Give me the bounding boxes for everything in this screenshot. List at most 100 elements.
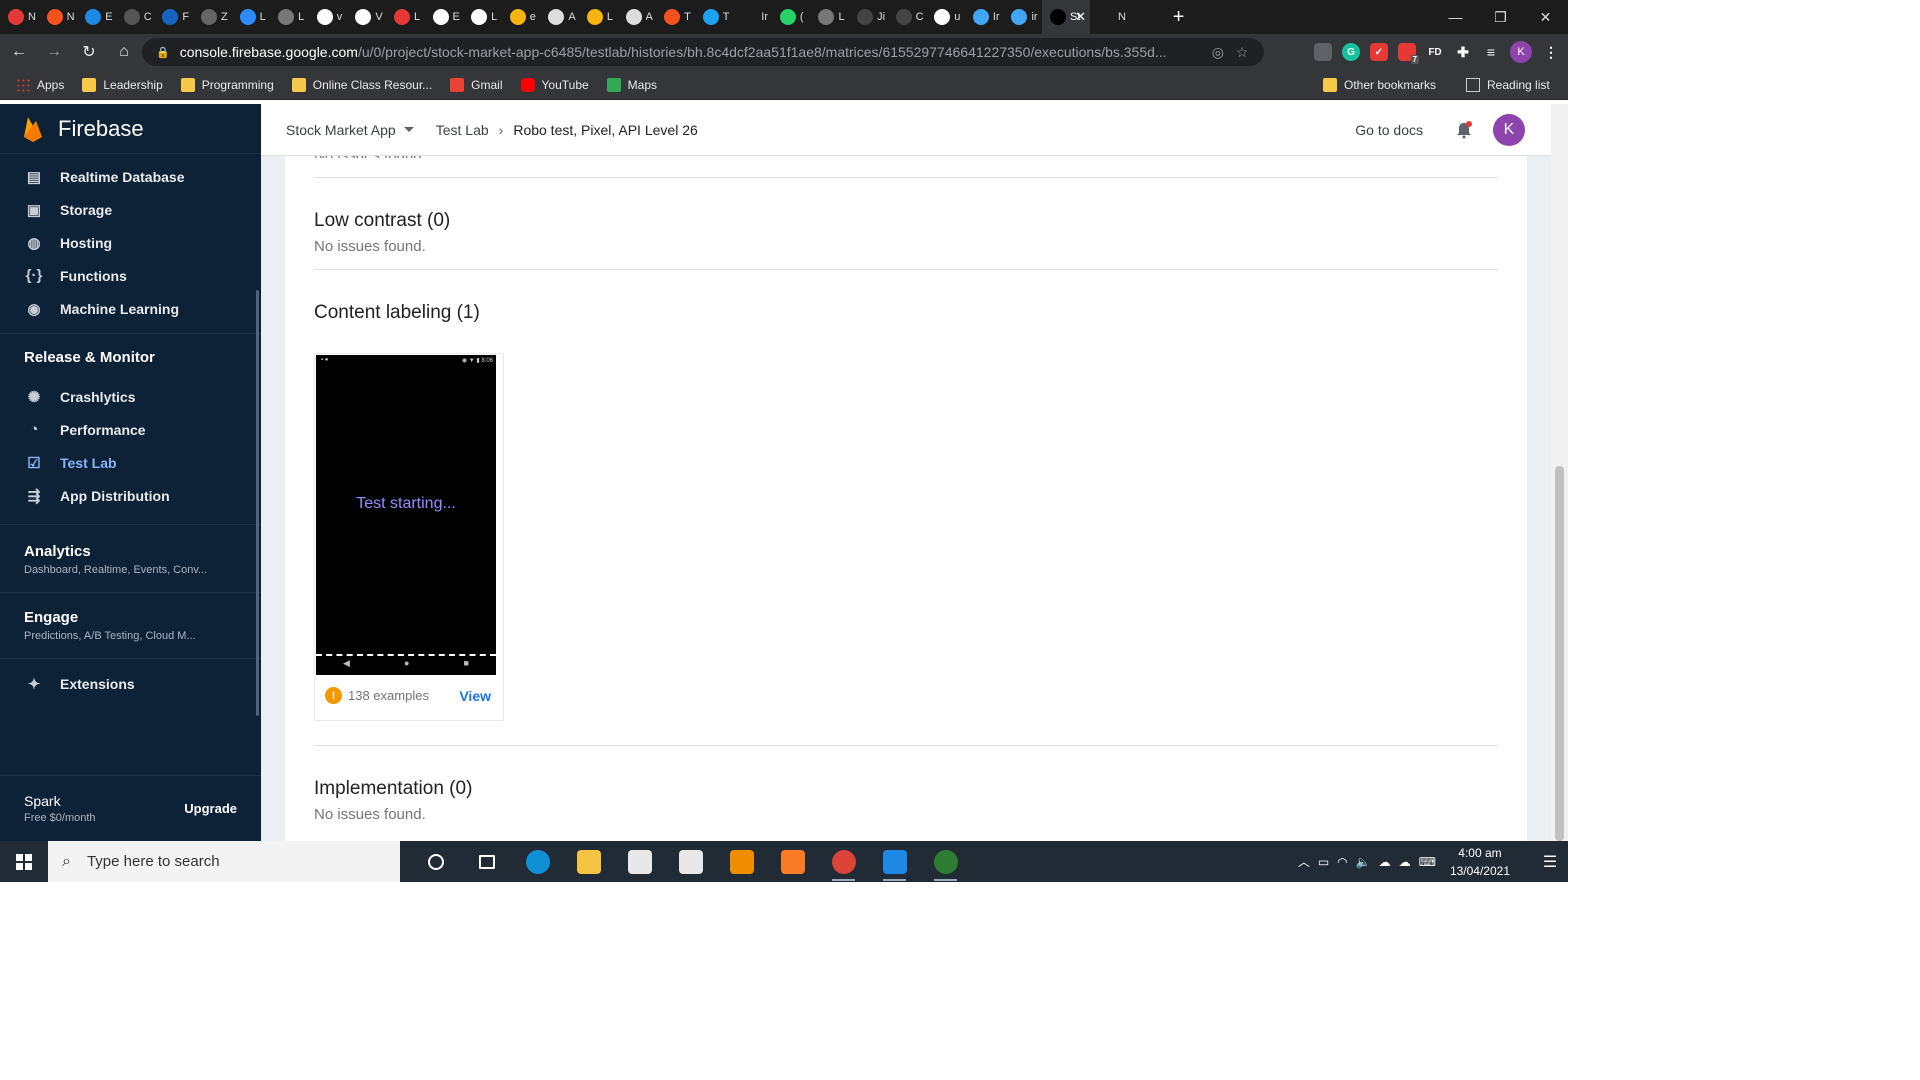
bookmark-item[interactable]: Maps (606, 77, 657, 92)
browser-tab[interactable]: V (347, 0, 386, 34)
browser-tab[interactable]: A (540, 0, 579, 34)
browser-tab[interactable]: N (0, 0, 39, 34)
fd-extension-icon[interactable]: FD (1426, 43, 1444, 61)
reading-list[interactable]: Reading list (1466, 77, 1550, 92)
bookmark-item[interactable]: Leadership (82, 77, 163, 92)
notifications-bell-icon[interactable] (1455, 120, 1473, 139)
browser-tab[interactable]: ir (1003, 0, 1042, 34)
sidebar-item-machine-learning[interactable]: ◉ Machine Learning (0, 292, 261, 325)
view-link[interactable]: View (459, 688, 491, 704)
project-selector[interactable]: Stock Market App (286, 122, 414, 138)
puzzle-icon[interactable]: ✚ (1454, 43, 1472, 61)
bookmark-other[interactable]: Other bookmarks (1323, 77, 1436, 92)
browser-tab[interactable]: L (463, 0, 502, 34)
sidebar-item-hosting[interactable]: ◍ Hosting (0, 226, 261, 259)
battery-icon[interactable]: ▭ (1318, 855, 1329, 869)
new-tab-button[interactable]: + (1165, 6, 1193, 29)
home-icon[interactable]: ⌂ (108, 36, 140, 68)
browser-tab[interactable]: T (656, 0, 695, 34)
mail-icon[interactable] (665, 841, 716, 882)
browser-tab[interactable]: e (502, 0, 541, 34)
reader-extension-icon[interactable] (1314, 43, 1332, 61)
sidebar-item-storage[interactable]: ▣ Storage (0, 193, 261, 226)
chevron-up-icon[interactable]: ︿ (1298, 853, 1310, 870)
sidebar-item-realtime-database[interactable]: ▤ Realtime Database (0, 160, 261, 193)
go-to-docs-link[interactable]: Go to docs (1355, 122, 1423, 138)
sidebar-item-crashlytics[interactable]: ✺ Crashlytics (0, 380, 261, 413)
media-icon[interactable]: ≡ (1482, 43, 1500, 61)
snip-icon[interactable] (920, 841, 971, 882)
browser-tab[interactable]: L (810, 0, 849, 34)
sidebar-scrollbar[interactable] (256, 290, 259, 716)
back-icon[interactable]: ← (3, 36, 35, 68)
browser-tab[interactable]: L (579, 0, 618, 34)
eye-off-icon[interactable]: ◎ (1212, 44, 1224, 61)
onedrive-icon[interactable]: ☁ (1379, 855, 1391, 869)
browser-tab[interactable]: Ir (965, 0, 1004, 34)
bookmark-star-icon[interactable]: ☆ (1236, 44, 1249, 61)
browser-tab[interactable]: Ir (733, 0, 772, 34)
browser-tab[interactable]: F (154, 0, 193, 34)
forward-icon[interactable]: → (38, 36, 70, 68)
shield-extension-icon[interactable]: ✓ (1370, 43, 1388, 61)
adblock-extension-icon[interactable]: 7 (1398, 43, 1419, 64)
browser-tab[interactable]: E (77, 0, 116, 34)
sidebar-item-performance[interactable]: ◔ Performance (0, 413, 261, 446)
task-switcher-icon[interactable] (461, 841, 512, 882)
sidebar-item-app-distribution[interactable]: ⇶ App Distribution (0, 479, 261, 512)
browser-tab[interactable]: C (888, 0, 927, 34)
release-monitor-heading[interactable]: Release & Monitor (0, 342, 261, 372)
browser-tab[interactable]: N (39, 0, 78, 34)
bookmark-item[interactable]: Gmail (450, 77, 503, 92)
sidebar-item-functions[interactable]: {·} Functions (0, 259, 261, 292)
xampp-icon[interactable] (767, 841, 818, 882)
close-window-button[interactable]: ✕ (1523, 0, 1568, 34)
minimize-button[interactable]: — (1433, 0, 1478, 34)
restore-button[interactable]: ❐ (1478, 0, 1523, 34)
browser-tab[interactable]: E (425, 0, 464, 34)
firebase-logo[interactable]: Firebase (0, 104, 261, 154)
browser-tab[interactable]: A (618, 0, 657, 34)
browser-tab[interactable]: L (386, 0, 425, 34)
browser-tab[interactable]: C (116, 0, 155, 34)
close-tab-icon[interactable]: ✕ (1075, 9, 1086, 25)
screenshot-card[interactable]: ▪ ● ◉ ▼ ▮ 8:06 Test starting... ◀ ● ■ ! 138… (314, 353, 504, 721)
bookmark-item[interactable]: YouTube (520, 77, 589, 92)
analytics-group[interactable]: Analytics Dashboard, Realtime, Events, C… (0, 533, 261, 586)
bookmark-apps[interactable]: Apps (16, 77, 64, 92)
reload-icon[interactable]: ↻ (73, 36, 105, 68)
vscode-icon[interactable] (869, 841, 920, 882)
vlc-icon[interactable] (716, 841, 767, 882)
page-scrollbar[interactable] (1551, 104, 1568, 841)
keyboard-icon[interactable]: ⌨ (1419, 855, 1436, 869)
menu-icon[interactable]: ⋮ (1542, 43, 1560, 61)
notification-center-icon[interactable]: ☰ (1532, 852, 1568, 872)
browser-tab[interactable]: u (926, 0, 965, 34)
bookmark-item[interactable]: Programming (180, 77, 274, 92)
profile-avatar[interactable]: K (1510, 41, 1532, 63)
browser-tab[interactable]: Ji (849, 0, 888, 34)
chrome-icon[interactable] (818, 841, 869, 882)
upgrade-button[interactable]: Upgrade (184, 801, 237, 816)
sidebar-item-extensions[interactable]: ✦ Extensions (0, 667, 261, 700)
browser-tab[interactable]: L (270, 0, 309, 34)
account-avatar[interactable]: K (1493, 113, 1525, 146)
page-scrollbar-thumb[interactable] (1555, 466, 1564, 841)
store-icon[interactable] (614, 841, 665, 882)
file-explorer-icon[interactable] (563, 841, 614, 882)
cloud-sync-icon[interactable]: ☁ (1399, 855, 1411, 869)
volume-icon[interactable]: 🔈 (1356, 855, 1371, 869)
browser-tab[interactable]: v (309, 0, 348, 34)
engage-group[interactable]: Engage Predictions, A/B Testing, Cloud M… (0, 599, 261, 652)
browser-tab[interactable]: ( (772, 0, 811, 34)
edge-icon[interactable] (512, 841, 563, 882)
bookmark-item[interactable]: Online Class Resour... (291, 77, 432, 92)
wifi-icon[interactable]: ◠ (1337, 855, 1347, 869)
grammarly-extension-icon[interactable]: G (1342, 43, 1360, 61)
sidebar-item-test-lab[interactable]: ☑ Test Lab (0, 446, 261, 479)
url-text[interactable]: console.firebase.google.com/u/0/project/… (180, 44, 1200, 60)
lock-icon[interactable]: 🔒 (156, 46, 170, 59)
browser-tab[interactable]: T (695, 0, 734, 34)
windows-start-icon[interactable] (0, 841, 48, 882)
taskbar-search[interactable]: ⌕ Type here to search (48, 841, 400, 882)
